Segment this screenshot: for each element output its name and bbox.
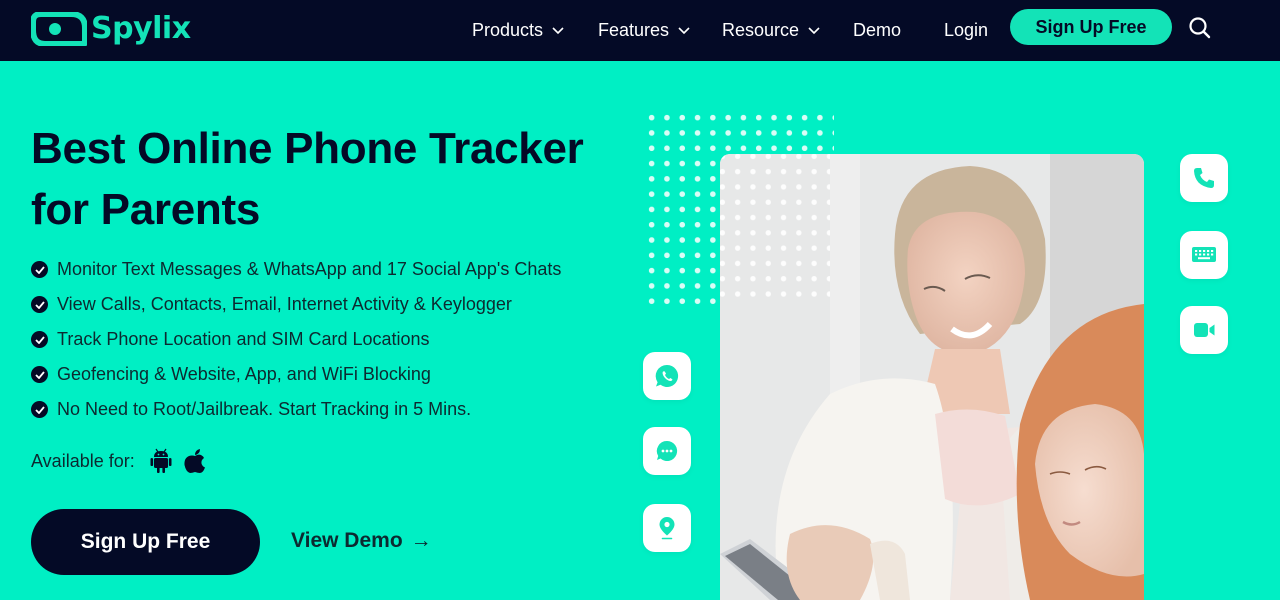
feature-item: Track Phone Location and SIM Card Locati… (31, 322, 561, 357)
nav-products[interactable]: Products (472, 20, 564, 41)
check-circle-icon (31, 261, 48, 278)
chat-bubble-icon (656, 440, 678, 461)
chevron-down-icon (808, 26, 820, 34)
logo-icon (31, 11, 87, 46)
nav-resource-label: Resource (722, 20, 800, 40)
nav-resource[interactable]: Resource (722, 20, 820, 41)
feature-text: Monitor Text Messages & WhatsApp and 17 … (57, 259, 562, 279)
apple-icon[interactable] (183, 448, 207, 474)
hero-title-line1: Best Online Phone Tracker (31, 124, 584, 173)
feature-text: View Calls, Contacts, Email, Internet Ac… (57, 294, 512, 314)
phone-icon (1194, 168, 1214, 188)
feature-item: Geofencing & Website, App, and WiFi Bloc… (31, 357, 561, 392)
location-chip[interactable] (643, 504, 691, 552)
chevron-down-icon (552, 26, 564, 34)
nav-products-label: Products (472, 20, 544, 40)
keyboard-icon (1192, 247, 1216, 262)
available-platforms: Available for: (31, 448, 207, 474)
feature-text: Geofencing & Website, App, and WiFi Bloc… (57, 364, 431, 384)
available-label: Available for: (31, 450, 135, 471)
location-pin-icon (659, 517, 675, 540)
feature-item: Monitor Text Messages & WhatsApp and 17 … (31, 252, 561, 287)
chat-chip[interactable] (643, 427, 691, 475)
logo-text: Spylix (91, 11, 191, 46)
feature-list: Monitor Text Messages & WhatsApp and 17 … (31, 252, 561, 427)
navbar: Spylix Products Features Resource Demo L… (0, 0, 1280, 61)
hero-title-line2: for Parents (31, 185, 260, 234)
feature-text: Track Phone Location and SIM Card Locati… (57, 329, 430, 349)
nav-features-label: Features (598, 20, 670, 40)
check-circle-icon (31, 366, 48, 383)
hero-title: Best Online Phone Tracker for Parents (31, 118, 651, 240)
dot-pattern-overlay (720, 154, 830, 304)
chevron-down-icon (678, 26, 690, 34)
search-icon[interactable] (1188, 16, 1212, 40)
phone-chip[interactable] (1180, 154, 1228, 202)
view-demo-link[interactable]: View Demo → (291, 529, 432, 553)
whatsapp-icon (655, 364, 679, 387)
nav-login[interactable]: Login (944, 20, 988, 41)
feature-item: No Need to Root/Jailbreak. Start Trackin… (31, 392, 561, 427)
feature-text: No Need to Root/Jailbreak. Start Trackin… (57, 399, 472, 419)
nav-signup-button[interactable]: Sign Up Free (1010, 9, 1172, 45)
hero-image (720, 154, 1144, 600)
arrow-right-icon: → (410, 529, 432, 552)
hero-signup-button[interactable]: Sign Up Free (31, 509, 260, 575)
logo[interactable]: Spylix (31, 11, 191, 46)
whatsapp-chip[interactable] (643, 352, 691, 400)
nav-features[interactable]: Features (598, 20, 690, 41)
feature-item: View Calls, Contacts, Email, Internet Ac… (31, 287, 561, 322)
video-camera-icon (1194, 323, 1215, 337)
android-icon[interactable] (149, 448, 173, 474)
video-chip[interactable] (1180, 306, 1228, 354)
view-demo-label: View Demo (291, 529, 403, 552)
check-circle-icon (31, 331, 48, 348)
nav-demo[interactable]: Demo (853, 20, 901, 41)
keyboard-chip[interactable] (1180, 231, 1228, 279)
check-circle-icon (31, 401, 48, 418)
check-circle-icon (31, 296, 48, 313)
